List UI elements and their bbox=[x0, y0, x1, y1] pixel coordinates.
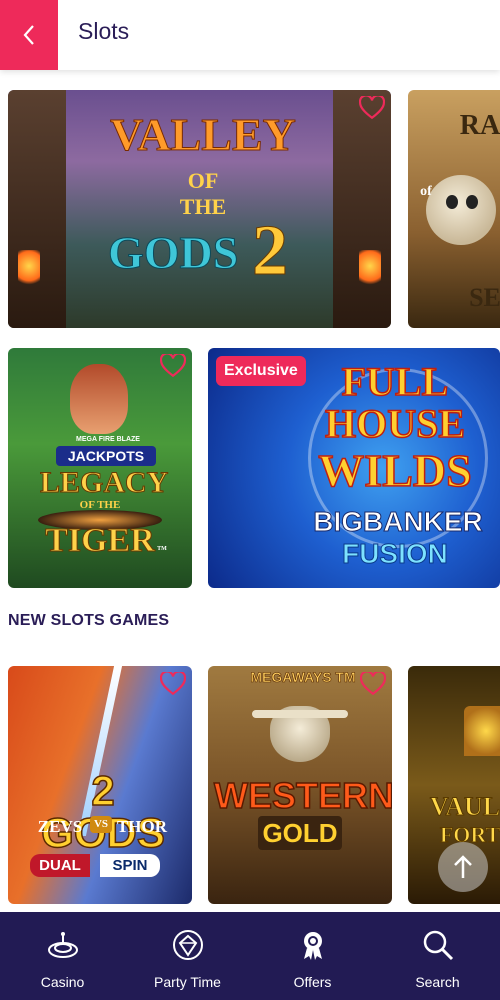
game-title-wilds: WILDS bbox=[318, 445, 473, 496]
nav-label: Party Time bbox=[154, 974, 221, 990]
nav-label: Search bbox=[415, 974, 460, 990]
nav-item-party-time[interactable]: Party Time bbox=[125, 912, 250, 1000]
search-icon bbox=[423, 930, 453, 961]
rosette-icon bbox=[303, 932, 322, 960]
arrow-up-icon bbox=[454, 855, 472, 878]
nav-item-offers[interactable]: Offers bbox=[250, 912, 375, 1000]
game-card-full-house-wilds[interactable]: Exclusive FULL HOUSE WILDS BIGBANKER FUS… bbox=[208, 348, 500, 588]
jackpot-label: JACKPOTS bbox=[56, 446, 156, 466]
game-title-house: HOUSE bbox=[324, 401, 466, 446]
back-button[interactable] bbox=[0, 0, 58, 70]
heart-icon[interactable] bbox=[360, 672, 386, 696]
jackpot-top-label: MEGA FIRE BLAZE bbox=[76, 436, 140, 443]
page-title: Slots bbox=[78, 18, 130, 44]
game-title-of: OF bbox=[187, 168, 219, 193]
game-title-gods: GODS bbox=[108, 227, 239, 278]
nav-label: Casino bbox=[40, 974, 85, 990]
game-title: RA bbox=[459, 110, 500, 141]
game-title-of: of bbox=[420, 184, 432, 199]
nav-label: Offers bbox=[293, 974, 332, 990]
top-bar: Slots bbox=[0, 0, 500, 70]
game-title: FULL bbox=[341, 359, 449, 404]
game-card-pirate[interactable]: RA of SE bbox=[408, 90, 500, 328]
game-title: LEGACY bbox=[40, 466, 169, 499]
game-subtitle-dual: DUAL bbox=[30, 854, 90, 877]
game-title-gold: GOLD bbox=[258, 816, 342, 850]
game-subtitle-vs: VS bbox=[90, 816, 112, 833]
game-title: 2 GODS bbox=[40, 767, 165, 855]
bottom-navigation: Casino Party Time Offers Search bbox=[0, 912, 500, 1000]
game-title: VAUL bbox=[429, 792, 500, 821]
game-title: WESTERN bbox=[213, 775, 392, 816]
game-title-se: SE bbox=[469, 283, 500, 312]
game-subtitle-fusion: FUSION bbox=[342, 538, 449, 569]
megaways-label: MEGAWAYS TM bbox=[250, 669, 356, 685]
app: Slots VALLEY OF THE GODS 2 RA of SE MEGA… bbox=[0, 0, 500, 1000]
heart-icon[interactable] bbox=[359, 96, 385, 120]
game-card-legacy-of-the-tiger[interactable]: MEGA FIRE BLAZE JACKPOTS LEGACY OF THE T… bbox=[8, 348, 192, 588]
game-subtitle-thor: THOR bbox=[116, 817, 168, 836]
trademark-label: TM bbox=[157, 546, 167, 552]
heart-icon[interactable] bbox=[160, 672, 186, 696]
game-subtitle-zevs: ZEVS bbox=[37, 817, 83, 836]
game-subtitle-spin: SPIN bbox=[100, 854, 160, 877]
nav-item-casino[interactable]: Casino bbox=[0, 912, 125, 1000]
section-title-new-slots: NEW SLOTS GAMES bbox=[8, 612, 170, 629]
game-title: VALLEY bbox=[110, 109, 297, 160]
game-title-number: 2 bbox=[252, 210, 289, 290]
game-subtitle-bigbanker: BIGBANKER bbox=[313, 506, 484, 537]
chevron-left-icon bbox=[23, 25, 34, 45]
exclusive-badge: Exclusive bbox=[216, 356, 306, 386]
heart-icon[interactable] bbox=[160, 354, 186, 378]
roulette-icon bbox=[47, 932, 78, 958]
scroll-to-top-button[interactable] bbox=[438, 842, 488, 892]
game-title-tiger: TIGER bbox=[45, 522, 156, 559]
game-card-2-gods[interactable]: 2 GODS ZEVS VS THOR DUAL SPIN bbox=[8, 666, 192, 904]
game-card-western-gold[interactable]: MEGAWAYS TM WESTERN GOLD bbox=[208, 666, 392, 904]
game-card-valley-of-the-gods-2[interactable]: VALLEY OF THE GODS 2 bbox=[8, 90, 391, 328]
diamond-badge-icon bbox=[172, 930, 203, 960]
nav-item-search[interactable]: Search bbox=[375, 912, 500, 1000]
